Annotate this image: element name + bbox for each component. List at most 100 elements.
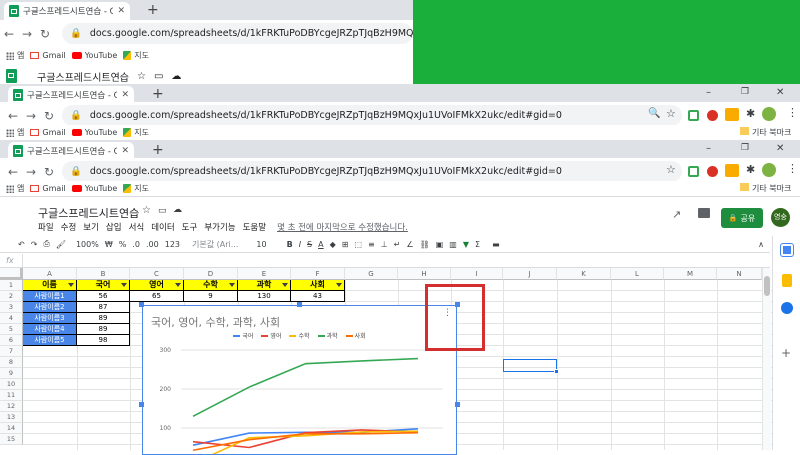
column-header-N[interactable]: N [717, 268, 762, 280]
account-avatar[interactable]: 영숭 [771, 208, 790, 227]
value-cell[interactable]: 65 [130, 291, 184, 302]
column-header-C[interactable]: C [130, 268, 184, 280]
row-header-12[interactable]: 12 [0, 401, 23, 412]
merge-cells-icon[interactable]: ⬚ [354, 240, 362, 249]
star-icon[interactable]: ☆ [137, 71, 146, 82]
borders-icon[interactable]: ⊞ [342, 240, 349, 249]
tasks-icon[interactable] [781, 302, 793, 314]
value-cell[interactable]: 87 [77, 302, 130, 313]
minimize-icon[interactable]: – [706, 87, 711, 98]
bookmark-apps[interactable]: 앱 [6, 127, 24, 138]
insert-comment-icon[interactable]: ▣ [436, 240, 444, 249]
browser-tab[interactable]: 구글스프레드시트연습 - Google ✕ [4, 2, 130, 20]
url-field[interactable]: 🔒 docs.google.com/spreadsheets/d/1kFRKTu… [62, 23, 413, 44]
menu-edit[interactable]: 수정 [61, 221, 77, 233]
value-cell[interactable]: 43 [291, 291, 345, 302]
text-color-button[interactable]: A [318, 240, 323, 249]
menu-data[interactable]: 데이터 [151, 221, 174, 233]
extension-green-icon[interactable] [688, 110, 699, 121]
select-all-corner[interactable] [0, 268, 23, 280]
forward-arrow-icon[interactable]: → [18, 27, 36, 41]
header-cell[interactable]: 사회 [291, 280, 345, 291]
extension-green-icon[interactable] [688, 166, 699, 177]
row-header-5[interactable]: 5 [0, 324, 23, 335]
extension-new-icon[interactable] [725, 108, 739, 121]
italic-button[interactable]: I [299, 240, 301, 249]
percent-format-button[interactable]: % [119, 240, 127, 249]
column-header-I[interactable]: I [451, 268, 503, 280]
insert-chart-icon[interactable]: ▥ [449, 240, 457, 249]
zoom-icon[interactable]: 🔍 [648, 108, 660, 119]
restore-icon[interactable]: ❐ [741, 87, 749, 97]
selected-cell[interactable] [503, 359, 557, 372]
column-header-K[interactable]: K [557, 268, 611, 280]
column-header-H[interactable]: H [398, 268, 451, 280]
text-wrap-icon[interactable]: ↵ [394, 240, 401, 249]
currency-format-button[interactable]: ₩ [105, 240, 113, 249]
formula-input[interactable] [22, 254, 770, 267]
column-header-J[interactable]: J [503, 268, 557, 280]
header-cell[interactable]: 이름 [23, 280, 77, 291]
name-cell[interactable]: 사람이름3 [23, 313, 77, 324]
header-cell[interactable]: 과학 [238, 280, 291, 291]
value-cell[interactable]: 130 [238, 291, 291, 302]
value-cell[interactable]: 56 [77, 291, 130, 302]
folder-icon[interactable]: ▭ [154, 71, 163, 82]
bookmark-youtube[interactable]: YouTube [71, 184, 117, 193]
column-header-D[interactable]: D [184, 268, 238, 280]
back-arrow-icon[interactable]: ← [0, 27, 18, 41]
back-arrow-icon[interactable]: ← [4, 165, 22, 179]
doc-title[interactable]: 구글스프레드시트연습 [38, 205, 139, 221]
bookmark-youtube[interactable]: YouTube [71, 51, 117, 60]
reload-icon[interactable]: ↻ [36, 27, 54, 41]
fill-color-icon[interactable]: ◆ [330, 240, 336, 249]
menu-tools[interactable]: 도구 [182, 221, 198, 233]
value-cell[interactable]: 9 [184, 291, 238, 302]
name-cell[interactable]: 사람이름2 [23, 302, 77, 313]
header-cell[interactable]: 영어 [130, 280, 184, 291]
header-cell[interactable]: 국어 [77, 280, 130, 291]
close-window-icon[interactable]: ✕ [776, 87, 784, 98]
calendar-icon[interactable] [780, 243, 794, 257]
functions-icon[interactable]: Σ [475, 240, 480, 249]
menu-file[interactable]: 파일 [38, 221, 54, 233]
name-cell[interactable]: 사람이름1 [23, 291, 77, 302]
chart-resize-handle[interactable] [139, 302, 144, 307]
move-folder-icon[interactable]: ▭ [158, 206, 167, 216]
keep-icon[interactable] [782, 274, 792, 287]
row-header-11[interactable]: 11 [0, 390, 23, 401]
menu-view[interactable]: 보기 [83, 221, 99, 233]
extension-new-icon[interactable] [725, 164, 739, 177]
column-header-B[interactable]: B [77, 268, 130, 280]
chart-resize-handle[interactable] [455, 402, 460, 407]
bookmark-gmail[interactable]: Gmail [30, 51, 66, 60]
menu-dots-icon[interactable]: ⋮ [787, 162, 798, 175]
activity-chart-icon[interactable]: ↗ [672, 208, 681, 221]
collapse-toolbar-icon[interactable]: ∧ [758, 240, 764, 249]
row-header-13[interactable]: 13 [0, 412, 23, 423]
redo-icon[interactable]: ↷ [31, 240, 38, 249]
value-cell[interactable]: 98 [77, 335, 130, 346]
zoom-select[interactable]: 100% [76, 240, 99, 249]
back-arrow-icon[interactable]: ← [4, 109, 22, 123]
filter-dropdown-icon[interactable] [121, 283, 127, 287]
share-button[interactable]: 🔒 공유 [721, 208, 763, 228]
bold-button[interactable]: B [287, 240, 293, 249]
increase-decimal-button[interactable]: .00 [146, 240, 159, 249]
forward-arrow-icon[interactable]: → [22, 109, 40, 123]
vertical-align-icon[interactable]: ⊥ [381, 240, 388, 249]
row-header-3[interactable]: 3 [0, 302, 23, 313]
url-field[interactable]: 🔒 docs.google.com/spreadsheets/d/1kFRKTu… [62, 161, 682, 182]
chart-resize-handle[interactable] [297, 302, 302, 307]
get-addons-icon[interactable]: + [781, 346, 791, 360]
minimize-icon[interactable]: – [706, 143, 711, 154]
bookmark-maps[interactable]: 지도 [123, 127, 149, 138]
star-icon[interactable]: ☆ [666, 163, 676, 176]
menu-format[interactable]: 서식 [129, 221, 145, 233]
last-edit-link[interactable]: 몇 초 전에 마지막으로 수정했습니다. [277, 221, 408, 233]
scrollbar-thumb[interactable] [764, 276, 770, 296]
close-window-icon[interactable]: ✕ [776, 143, 784, 154]
comments-icon[interactable] [698, 208, 710, 218]
row-header-9[interactable]: 9 [0, 368, 23, 379]
reload-icon[interactable]: ↻ [40, 165, 58, 179]
